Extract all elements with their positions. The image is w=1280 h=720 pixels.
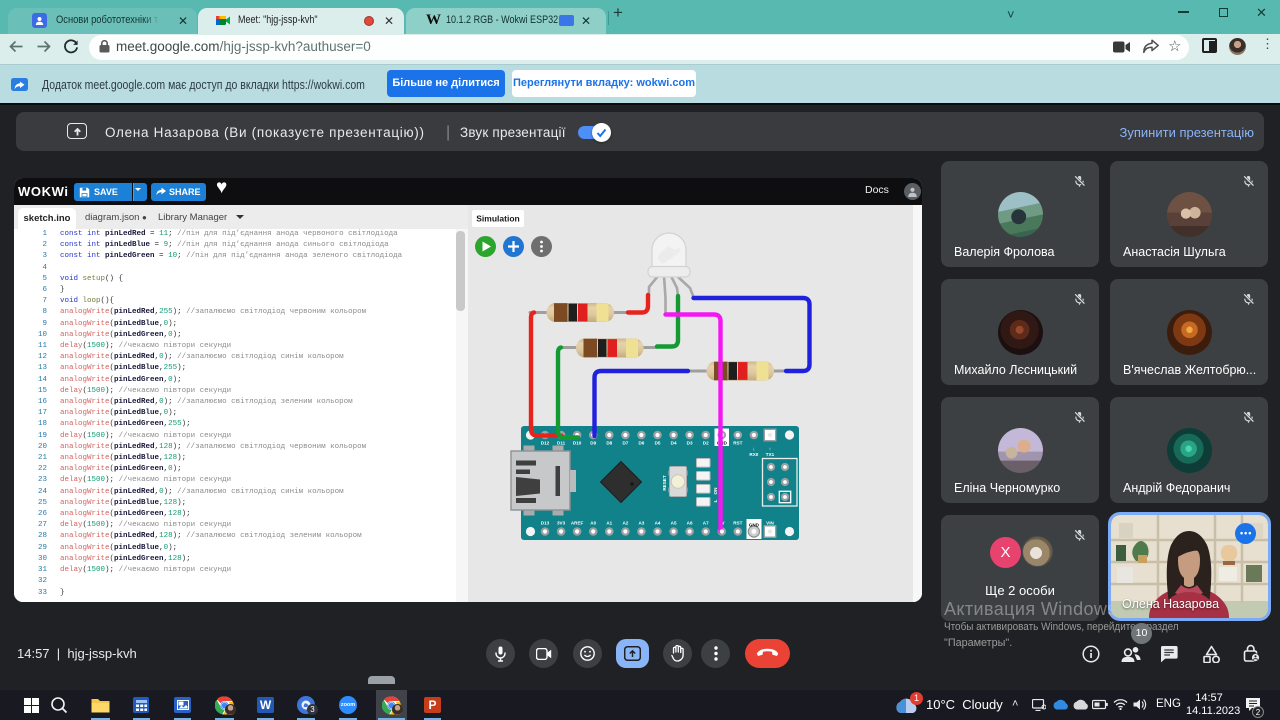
svg-text:Simulation: Simulation — [476, 214, 519, 224]
svg-text:D6: D6 — [638, 441, 644, 446]
svg-text:A2: A2 — [622, 521, 628, 526]
svg-text:D8: D8 — [606, 441, 612, 446]
svg-text:D7: D7 — [622, 441, 628, 446]
svg-text:A4: A4 — [655, 521, 661, 526]
svg-text:A5: A5 — [671, 521, 677, 526]
svg-text:D4: D4 — [671, 441, 677, 446]
svg-text:RST: RST — [733, 441, 742, 446]
svg-text:AREF: AREF — [571, 521, 584, 526]
svg-text:D3: D3 — [687, 441, 693, 446]
svg-text:D2: D2 — [703, 441, 709, 446]
svg-text:RST: RST — [733, 521, 742, 526]
svg-text:A0: A0 — [590, 521, 596, 526]
svg-text:D12: D12 — [541, 441, 550, 446]
svg-text:GND: GND — [749, 523, 760, 528]
svg-text:RESET: RESET — [662, 475, 667, 491]
svg-text:A6: A6 — [687, 521, 693, 526]
svg-text:A7: A7 — [703, 521, 709, 526]
svg-text:D5: D5 — [655, 441, 661, 446]
svg-text:D11: D11 — [557, 441, 566, 446]
svg-text:TX1: TX1 — [766, 452, 775, 457]
svg-text:VIN: VIN — [766, 521, 774, 526]
svg-text:L: L — [713, 499, 718, 502]
svg-text:D13: D13 — [541, 521, 550, 526]
svg-text:A3: A3 — [638, 521, 644, 526]
svg-text:RX0: RX0 — [749, 452, 758, 457]
svg-text:ON: ON — [713, 487, 718, 495]
svg-text:D10: D10 — [573, 441, 582, 446]
svg-text:D9: D9 — [590, 441, 596, 446]
svg-text:A1: A1 — [606, 521, 612, 526]
svg-text:3V3: 3V3 — [557, 521, 566, 526]
